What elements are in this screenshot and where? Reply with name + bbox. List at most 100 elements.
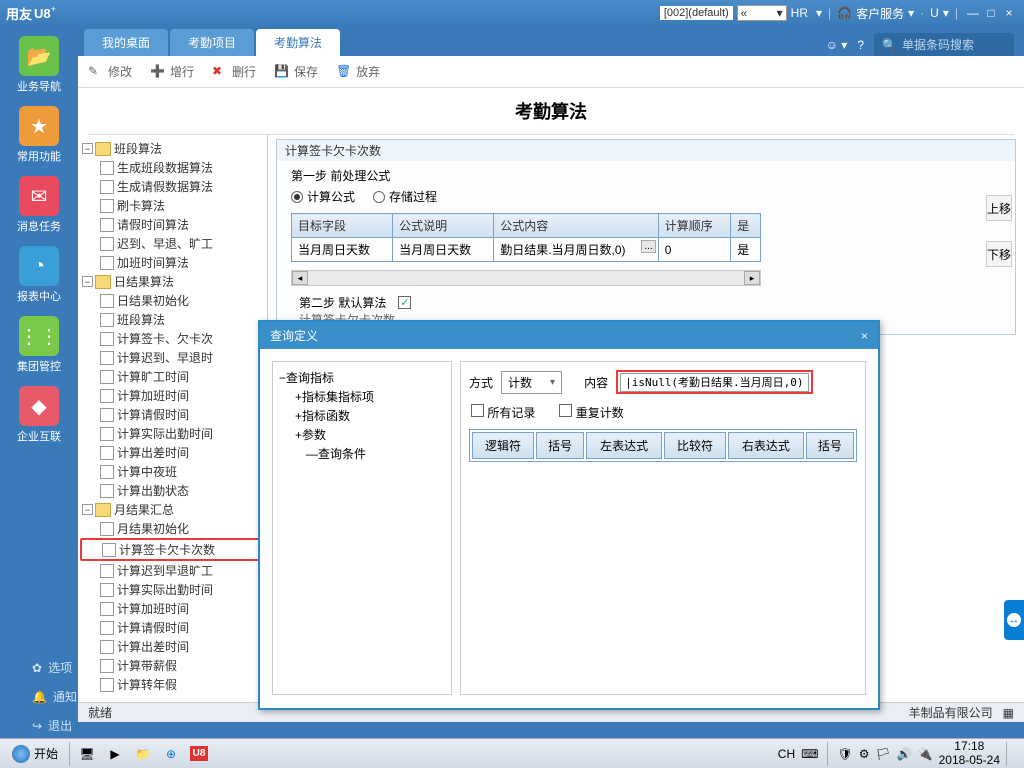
- u-dropdown-icon[interactable]: ▾: [943, 6, 949, 20]
- col-compare[interactable]: 比较符: [664, 432, 726, 459]
- tab-attendance-algo[interactable]: 考勤算法: [256, 29, 340, 56]
- tree-node[interactable]: 刷卡算法: [80, 196, 265, 215]
- tray-icon[interactable]: 🔊: [897, 747, 912, 761]
- col-logic[interactable]: 逻辑符: [472, 432, 534, 459]
- col-desc[interactable]: 公式说明: [393, 214, 494, 238]
- col-flag[interactable]: 是: [731, 214, 761, 238]
- tray-icon[interactable]: ⚙: [859, 747, 870, 761]
- tree-node[interactable]: 计算出差时间: [80, 443, 265, 462]
- tab-desktop[interactable]: 我的桌面: [84, 29, 168, 56]
- tree-node[interactable]: 计算实际出勤时间: [80, 424, 265, 443]
- tree-node[interactable]: 计算出勤状态: [80, 481, 265, 500]
- dialog-titlebar[interactable]: 查询定义 ×: [260, 322, 878, 349]
- service-dropdown-icon[interactable]: ▾: [908, 6, 914, 20]
- dtree-node[interactable]: + 指标集指标项: [279, 387, 445, 406]
- lang-indicator[interactable]: CH: [778, 747, 795, 761]
- tree-node[interactable]: 生成班段数据算法: [80, 158, 265, 177]
- tree-node[interactable]: 计算中夜班: [80, 462, 265, 481]
- tray-icon[interactable]: 🛡: [837, 747, 852, 761]
- move-up-button[interactable]: 上移: [986, 195, 1012, 221]
- tree-node-selected[interactable]: 计算签卡欠卡次数: [80, 538, 265, 561]
- col-left-expr[interactable]: 左表达式: [586, 432, 662, 459]
- col-bracket-r[interactable]: 括号: [806, 432, 854, 459]
- distinct-checkbox[interactable]: 重复计数: [559, 404, 623, 421]
- radio-procedure[interactable]: 存储过程: [373, 188, 437, 205]
- tree-node[interactable]: 月结果初始化: [80, 519, 265, 538]
- show-desktop[interactable]: [1006, 742, 1016, 766]
- algorithm-tree[interactable]: −班段算法 生成班段数据算法 生成请假数据算法 刷卡算法 请假时间算法 迟到、早…: [78, 135, 267, 695]
- dtree-node[interactable]: + 指标函数: [279, 406, 445, 425]
- tree-node[interactable]: −班段算法: [80, 139, 265, 158]
- rail-favorites[interactable]: ★常用功能: [7, 102, 71, 168]
- radio-formula[interactable]: 计算公式: [291, 188, 355, 205]
- col-content[interactable]: 公式内容: [494, 214, 659, 238]
- rail-enterprise[interactable]: ◆企业互联: [7, 382, 71, 448]
- tree-node[interactable]: 日结果初始化: [80, 291, 265, 310]
- col-order[interactable]: 计算顺序: [658, 214, 731, 238]
- content-input[interactable]: |isNull(考勤日结果.当月周日,0): [620, 373, 808, 392]
- rail-options[interactable]: ✿ 选项: [0, 655, 78, 680]
- tree-node[interactable]: 生成请假数据算法: [80, 177, 265, 196]
- dtree-node[interactable]: — 查询条件: [279, 444, 445, 463]
- tree-node[interactable]: 加班抵扣与结算: [80, 694, 265, 695]
- rail-messages[interactable]: ✉消息任务: [7, 172, 71, 238]
- tree-node[interactable]: 计算迟到、早退时: [80, 348, 265, 367]
- minimize-button[interactable]: —: [964, 5, 982, 21]
- default-algo-checkbox[interactable]: [398, 296, 411, 309]
- tree-node[interactable]: 计算签卡、欠卡次: [80, 329, 265, 348]
- add-row-button[interactable]: ➕增行: [150, 63, 194, 80]
- save-button[interactable]: 💾保存: [274, 63, 318, 80]
- col-target[interactable]: 目标字段: [292, 214, 393, 238]
- tree-node[interactable]: 班段算法: [80, 310, 265, 329]
- hr-dropdown-icon[interactable]: ▾: [816, 6, 822, 20]
- tree-node[interactable]: 加班时间算法: [80, 253, 265, 272]
- tree-node[interactable]: 请假时间算法: [80, 215, 265, 234]
- tray-icon[interactable]: ⌨: [801, 747, 818, 761]
- all-records-checkbox[interactable]: 所有记录: [471, 404, 535, 421]
- start-button[interactable]: 开始: [4, 743, 66, 765]
- service-label[interactable]: 客户服务: [856, 5, 904, 22]
- teamviewer-tab[interactable]: ↔: [1004, 600, 1024, 640]
- tree-node[interactable]: 计算加班时间: [80, 599, 265, 618]
- tree-node[interactable]: 迟到、早退、旷工: [80, 234, 265, 253]
- del-row-button[interactable]: ✖删行: [212, 63, 256, 80]
- dtree-node[interactable]: + 参数: [279, 425, 445, 444]
- tree-node[interactable]: 计算出差时间: [80, 637, 265, 656]
- tree-node[interactable]: 计算加班时间: [80, 386, 265, 405]
- col-right-expr[interactable]: 右表达式: [728, 432, 804, 459]
- rail-biznav[interactable]: 📂业务导航: [7, 32, 71, 98]
- dialog-close-button[interactable]: ×: [861, 329, 868, 343]
- rail-notif[interactable]: 🔔 通知: [0, 684, 78, 709]
- u-label[interactable]: U: [930, 6, 939, 20]
- session-selector[interactable]: «▾: [737, 5, 787, 21]
- tree-node[interactable]: 计算迟到早退旷工: [80, 561, 265, 580]
- move-down-button[interactable]: 下移: [986, 241, 1012, 267]
- rail-reports[interactable]: ◔报表中心: [7, 242, 71, 308]
- task-icon[interactable]: 🖥: [73, 742, 101, 766]
- modify-button[interactable]: ✎修改: [88, 63, 132, 80]
- task-icon[interactable]: ▶: [101, 742, 129, 766]
- h-scrollbar[interactable]: ◂▸: [291, 270, 761, 286]
- discard-button[interactable]: 🗑放弃: [336, 63, 380, 80]
- maximize-button[interactable]: □: [982, 5, 1000, 21]
- tree-node[interactable]: −日结果算法: [80, 272, 265, 291]
- tree-node[interactable]: 计算请假时间: [80, 618, 265, 637]
- col-bracket-l[interactable]: 括号: [536, 432, 584, 459]
- task-icon[interactable]: U8: [185, 742, 213, 766]
- table-row[interactable]: 当月周日天数 当月周日天数 勤日结果.当月周日数,0) 0 是: [292, 238, 761, 262]
- rail-group[interactable]: ⋮⋮集团管控: [7, 312, 71, 378]
- tree-node[interactable]: 计算旷工时间: [80, 367, 265, 386]
- task-icon[interactable]: ⊕: [157, 742, 185, 766]
- user-icon[interactable]: ☺ ▾: [826, 38, 848, 52]
- clock[interactable]: 17:182018-05-24: [939, 740, 1000, 766]
- rail-exit[interactable]: ↪ 退出: [0, 713, 78, 738]
- search-box[interactable]: 🔍单据条码搜索: [874, 33, 1014, 56]
- help-icon[interactable]: ?: [857, 38, 864, 52]
- close-button[interactable]: ×: [1000, 5, 1018, 21]
- dtree-root[interactable]: − 查询指标: [279, 368, 445, 387]
- tab-attendance-items[interactable]: 考勤项目: [170, 29, 254, 56]
- tree-node[interactable]: −月结果汇总: [80, 500, 265, 519]
- tree-node[interactable]: 计算实际出勤时间: [80, 580, 265, 599]
- tree-node[interactable]: 计算带薪假: [80, 656, 265, 675]
- dialog-tree[interactable]: − 查询指标 + 指标集指标项 + 指标函数 + 参数 — 查询条件: [272, 361, 452, 695]
